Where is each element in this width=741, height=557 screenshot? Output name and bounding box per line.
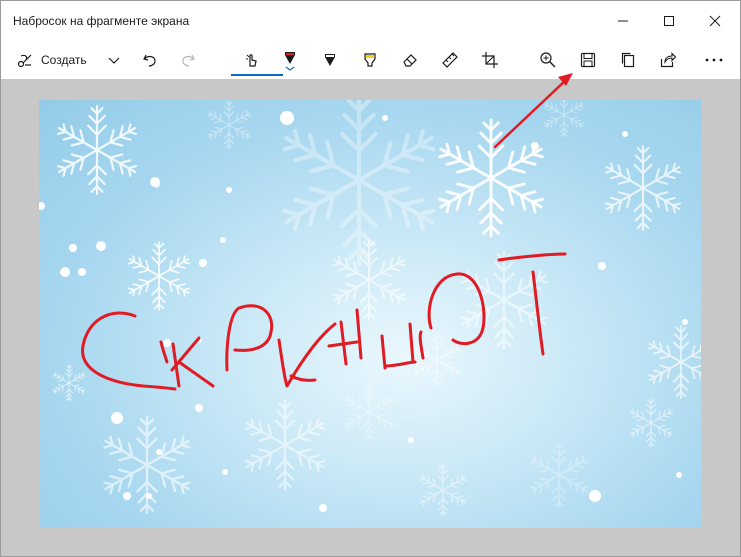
snip-sketch-window: Набросок на фрагменте экрана Создать <box>0 0 741 557</box>
red-arrow-annotation <box>493 73 573 149</box>
